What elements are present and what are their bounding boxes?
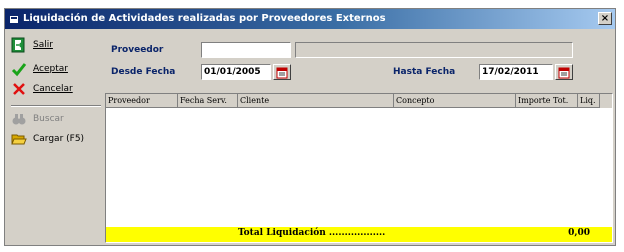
window: Liquidación de Actividades realizadas po… xyxy=(4,8,616,246)
column-header-cliente[interactable]: Cliente xyxy=(238,94,394,108)
hasta-calendar-button[interactable] xyxy=(555,64,573,80)
total-bar: Total Liquidación .................. 0,0… xyxy=(106,227,612,242)
aceptar-label: Aceptar xyxy=(33,64,68,74)
buscar-label: Buscar xyxy=(33,114,64,124)
results-grid[interactable]: Proveedor Fecha Serv. Cliente Concepto I… xyxy=(105,93,613,243)
grid-header: Proveedor Fecha Serv. Cliente Concepto I… xyxy=(106,94,612,108)
cargar-label: Cargar (F5) xyxy=(33,134,85,144)
binoculars-icon xyxy=(12,114,26,125)
column-header-fecha-serv[interactable]: Fecha Serv. xyxy=(178,94,238,108)
salir-label: Salir xyxy=(33,40,53,50)
desde-fecha-input[interactable]: 01/01/2005 xyxy=(201,64,271,80)
calendar-icon xyxy=(558,67,570,79)
total-value: 0,00 xyxy=(568,228,590,238)
proveedor-code-input[interactable] xyxy=(201,42,291,58)
folder-open-icon xyxy=(11,134,27,145)
calendar-icon xyxy=(276,67,288,79)
hasta-fecha-input[interactable]: 17/02/2011 xyxy=(479,64,553,80)
cancelar-label: Cancelar xyxy=(33,84,73,94)
desde-fecha-label: Desde Fecha xyxy=(111,67,176,77)
hasta-fecha-label: Hasta Fecha xyxy=(393,67,456,77)
title-bar: Liquidación de Actividades realizadas po… xyxy=(5,9,615,29)
proveedor-name-field xyxy=(295,42,573,58)
column-header-liq[interactable]: Liq. xyxy=(578,94,600,108)
total-label: Total Liquidación .................. xyxy=(238,228,386,238)
cancel-icon xyxy=(13,83,25,95)
proveedor-label: Proveedor xyxy=(111,45,164,55)
main-panel: Proveedor Desde Fecha 01/01/2005 Hasta F… xyxy=(105,31,613,243)
check-icon xyxy=(11,63,27,77)
close-button[interactable]: × xyxy=(598,12,612,25)
sidebar: Salir Aceptar Cancelar Buscar Cargar (F5… xyxy=(7,31,105,243)
sidebar-separator xyxy=(11,105,101,107)
window-title: Liquidación de Actividades realizadas po… xyxy=(23,13,386,24)
exit-icon xyxy=(11,37,25,53)
column-header-importe-tot[interactable]: Importe Tot. xyxy=(516,94,578,108)
desde-calendar-button[interactable] xyxy=(273,64,291,80)
app-icon xyxy=(10,16,18,23)
column-header-concepto[interactable]: Concepto xyxy=(394,94,516,108)
filter-form: Proveedor Desde Fecha 01/01/2005 Hasta F… xyxy=(105,31,613,89)
column-header-proveedor[interactable]: Proveedor xyxy=(106,94,178,108)
